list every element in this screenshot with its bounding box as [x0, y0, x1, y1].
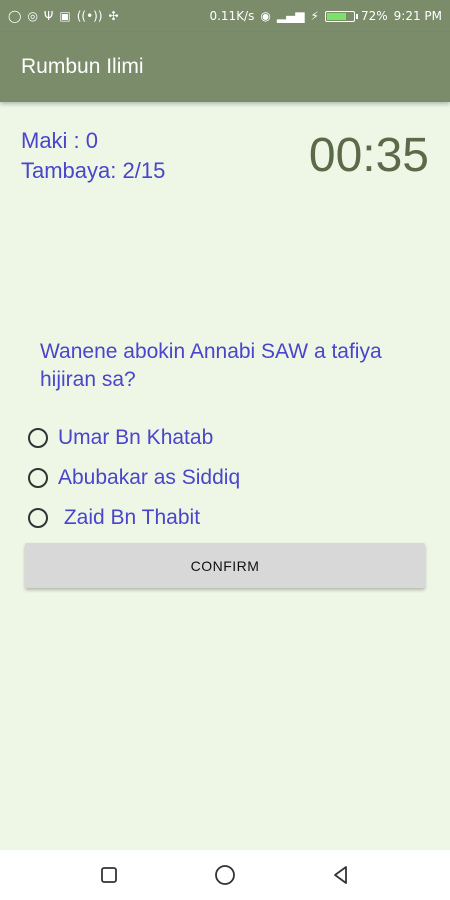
wifi-icon: ◉: [260, 9, 271, 23]
countdown-timer: 00:35: [308, 129, 429, 182]
question-text: Wanene abokin Annabi SAW a tafiya hijira…: [40, 340, 382, 391]
chat-bubble-icon: ◯: [8, 9, 22, 23]
radio-button-icon[interactable]: [28, 508, 48, 528]
home-button[interactable]: [213, 863, 237, 887]
option-1[interactable]: Umar Bn Khatab: [28, 418, 428, 458]
signal-icon: ▂▄▆: [276, 9, 305, 23]
option-3[interactable]: Zaid Bn Thabit: [28, 498, 428, 538]
status-right: 0.11K/s ◉ ▂▄▆ ⚡ 72% 9:21 PM: [209, 9, 442, 23]
app-title: Rumbun Ilimi: [21, 55, 144, 78]
status-icons-left: ◯ ◎ Ψ ▣ ((•)) ✣: [8, 10, 119, 22]
charging-icon: ⚡: [310, 9, 319, 23]
radio-button-icon[interactable]: [28, 428, 48, 448]
sync-icon: ◎: [27, 9, 38, 23]
score-text: Maki : 0: [21, 128, 99, 153]
usb-icon: Ψ: [43, 9, 54, 23]
option-label: Umar Bn Khatab: [58, 426, 214, 449]
battery-fill: [326, 12, 346, 20]
question-counter: Tambaya: 2/15: [21, 158, 166, 183]
square-recents-icon: [101, 867, 117, 883]
answer-options: Umar Bn Khatab Abubakar as Siddiq Zaid B…: [28, 418, 428, 538]
option-label: Abubakar as Siddiq: [58, 466, 241, 489]
battery-percent: 72%: [360, 9, 388, 23]
triangle-back-icon: [334, 866, 347, 884]
hotspot-icon: ((•)): [76, 9, 103, 23]
bug-icon: ✣: [108, 9, 119, 23]
option-label: Zaid Bn Thabit: [58, 506, 201, 529]
option-2[interactable]: Abubakar as Siddiq: [28, 458, 428, 498]
battery-icon: [324, 10, 358, 22]
status-bar: ◯ ◎ Ψ ▣ ((•)) ✣ 0.11K/s ◉ ▂▄▆ ⚡ 72% 9:21…: [0, 0, 450, 32]
image-icon: ▣: [59, 9, 71, 23]
circle-home-icon: [215, 865, 235, 885]
back-button[interactable]: [329, 863, 353, 887]
app-bar: Rumbun Ilimi: [0, 32, 450, 102]
network-speed: 0.11K/s: [209, 9, 255, 23]
navigation-bar: [0, 850, 450, 900]
recents-button[interactable]: [97, 863, 121, 887]
confirm-button[interactable]: CONFIRM: [25, 543, 425, 588]
clock: 9:21 PM: [393, 9, 442, 23]
score-panel: Maki : 0 Tambaya: 2/15: [21, 126, 165, 186]
radio-button-icon[interactable]: [28, 468, 48, 488]
